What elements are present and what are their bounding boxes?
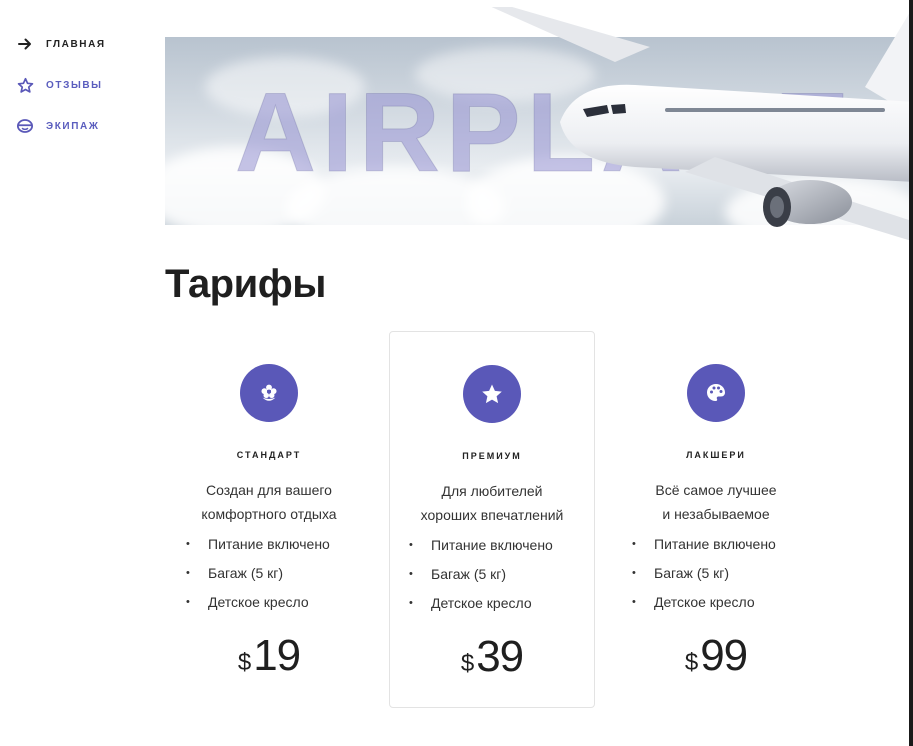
- nav-label-reviews: ОТЗЫВЫ: [46, 79, 103, 91]
- plan-features: Питание включено Багаж (5 кг) Детское кр…: [409, 531, 594, 618]
- feature-item: Багаж (5 кг): [409, 560, 594, 589]
- feature-item: Детское кресло: [186, 588, 372, 617]
- plan-name: ПРЕМИУМ: [462, 451, 522, 461]
- airplane-image: [491, 7, 913, 242]
- sidebar-nav: ГЛАВНАЯ ОТЗЫВЫ ЭКИПАЖ: [16, 34, 146, 157]
- window-edge: [909, 0, 913, 746]
- section-title: Тарифы: [165, 262, 326, 306]
- plan-name: СТАНДАРТ: [236, 450, 302, 460]
- plan-card-luxury: ЛАКШЕРИ Всё самое лучшее и незабываемое …: [613, 331, 819, 708]
- nav-item-reviews[interactable]: ОТЗЫВЫ: [16, 75, 146, 95]
- plan-description: Всё самое лучшее и незабываемое: [655, 482, 777, 522]
- feature-item: Питание включено: [186, 530, 372, 559]
- star-icon: [463, 365, 521, 423]
- crew-icon: [16, 117, 34, 135]
- nav-item-crew[interactable]: ЭКИПАЖ: [16, 116, 146, 136]
- price-value: 19: [253, 631, 301, 680]
- arrow-right-icon: [16, 35, 34, 53]
- feature-item: Багаж (5 кг): [632, 559, 819, 588]
- plan-card-standard: СТАНДАРТ Создан для вашего комфортного о…: [166, 331, 372, 708]
- feature-item: Багаж (5 кг): [186, 559, 372, 588]
- plan-name: ЛАКШЕРИ: [686, 450, 746, 460]
- plan-features: Питание включено Багаж (5 кг) Детское кр…: [186, 530, 372, 617]
- feature-item: Питание включено: [409, 531, 594, 560]
- flower-icon: [240, 364, 298, 422]
- nav-item-home[interactable]: ГЛАВНАЯ: [16, 34, 146, 54]
- page: ГЛАВНАЯ ОТЗЫВЫ ЭКИПАЖ AIRPLANE Тарифы СТ…: [0, 0, 913, 746]
- price-currency: $: [237, 649, 252, 676]
- plan-features: Питание включено Багаж (5 кг) Детское кр…: [632, 530, 819, 617]
- plan-price: $39: [390, 632, 594, 682]
- feature-item: Питание включено: [632, 530, 819, 559]
- palette-icon: [687, 364, 745, 422]
- nav-label-crew: ЭКИПАЖ: [46, 120, 100, 132]
- price-currency: $: [684, 649, 699, 676]
- plan-price: $19: [166, 631, 372, 681]
- star-outline-icon: [16, 76, 34, 94]
- plan-description: Для любителей хороших впечатлений: [420, 483, 564, 523]
- feature-item: Детское кресло: [632, 588, 819, 617]
- plan-description: Создан для вашего комфортного отдыха: [201, 482, 337, 522]
- nav-label-home: ГЛАВНАЯ: [46, 38, 106, 50]
- price-currency: $: [460, 650, 475, 677]
- price-value: 39: [476, 632, 524, 681]
- hero-banner: AIRPLANE: [165, 7, 913, 242]
- plan-card-premium: ПРЕМИУМ Для любителей хороших впечатлени…: [389, 331, 595, 708]
- feature-item: Детское кресло: [409, 589, 594, 618]
- plan-price: $99: [613, 631, 819, 681]
- price-value: 99: [700, 631, 748, 680]
